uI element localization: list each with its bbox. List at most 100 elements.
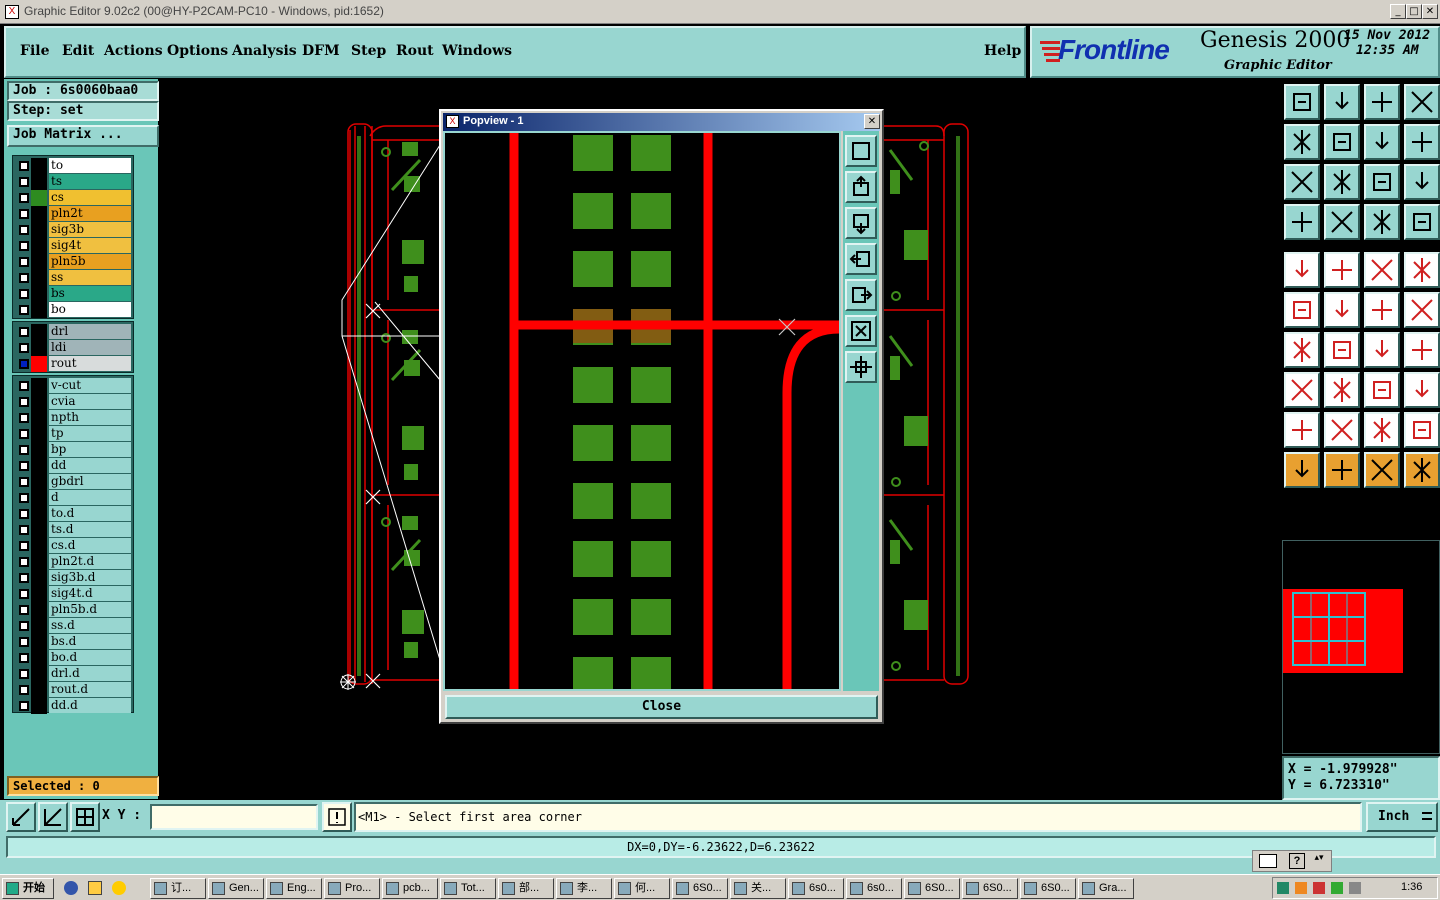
layer-row-v-cut[interactable]: v-cut bbox=[13, 378, 133, 394]
layer-row-to[interactable]: to bbox=[13, 158, 133, 174]
layer-affected-toggle[interactable] bbox=[31, 442, 47, 458]
taskbar-item[interactable]: Pro... bbox=[324, 878, 380, 899]
connect-icon[interactable] bbox=[1284, 292, 1320, 328]
tray-app-icon[interactable] bbox=[1295, 882, 1307, 894]
media-icon[interactable] bbox=[112, 881, 126, 895]
layer-name[interactable]: ts bbox=[49, 174, 131, 189]
zoom-fit-icon[interactable] bbox=[1284, 164, 1320, 200]
layer-row-rout-d[interactable]: rout.d bbox=[13, 682, 133, 698]
keyboard-icon[interactable] bbox=[1259, 854, 1277, 868]
layer-affected-toggle[interactable] bbox=[31, 302, 47, 318]
scroll-icon[interactable]: ▴▾ bbox=[1313, 853, 1325, 869]
grid-icon[interactable] bbox=[70, 802, 100, 832]
layer-checkbox[interactable] bbox=[19, 257, 29, 267]
popview-titlebar[interactable]: X Popview - 1 ✕ bbox=[443, 113, 880, 131]
taskbar-item[interactable]: 关... bbox=[730, 878, 786, 899]
layer-affected-toggle[interactable] bbox=[31, 650, 47, 666]
taskbar-item[interactable]: 6s0... bbox=[846, 878, 902, 899]
layer-affected-toggle[interactable] bbox=[31, 286, 47, 302]
snap-s-icon[interactable] bbox=[1404, 124, 1440, 160]
layer-checkbox[interactable] bbox=[19, 509, 29, 519]
layer-affected-toggle[interactable] bbox=[31, 238, 47, 254]
layer-row-dd-d[interactable]: dd.d bbox=[13, 698, 133, 714]
layer-checkbox[interactable] bbox=[19, 327, 29, 337]
layer-row-tp[interactable]: tp bbox=[13, 426, 133, 442]
layer-row-cs-d[interactable]: cs.d bbox=[13, 538, 133, 554]
query-icon[interactable] bbox=[1404, 164, 1440, 200]
layer-checkbox[interactable] bbox=[19, 477, 29, 487]
layer-row-to-d[interactable]: to.d bbox=[13, 506, 133, 522]
measure-icon[interactable] bbox=[38, 802, 68, 832]
layer-name[interactable]: rout bbox=[49, 356, 131, 371]
zoom-center-icon[interactable] bbox=[1324, 164, 1360, 200]
layer-row-drl[interactable]: drl bbox=[13, 324, 133, 340]
layer-affected-toggle[interactable] bbox=[31, 340, 47, 356]
layer-affected-toggle[interactable] bbox=[31, 474, 47, 490]
layer-name[interactable]: pln5b bbox=[49, 254, 131, 269]
layer-affected-toggle[interactable] bbox=[31, 458, 47, 474]
layer-row-pln2t-d[interactable]: pln2t.d bbox=[13, 554, 133, 570]
layer-name[interactable]: sig3b.d bbox=[49, 570, 131, 585]
layer-row-pln5b[interactable]: pln5b bbox=[13, 254, 133, 270]
layer-checkbox[interactable] bbox=[19, 343, 29, 353]
layer-name[interactable]: dd bbox=[49, 458, 131, 473]
layer-row-bp[interactable]: bp bbox=[13, 442, 133, 458]
menu-file[interactable]: File bbox=[20, 43, 49, 59]
layer-row-dd[interactable]: dd bbox=[13, 458, 133, 474]
layer-name[interactable]: cs bbox=[49, 190, 131, 205]
undo-icon[interactable] bbox=[1364, 124, 1400, 160]
layer-name[interactable]: pln5b.d bbox=[49, 602, 131, 617]
layer-name[interactable]: bo.d bbox=[49, 650, 131, 665]
layer-affected-toggle[interactable] bbox=[31, 554, 47, 570]
help-icon[interactable]: ? bbox=[1289, 853, 1305, 869]
tray-security-icon[interactable] bbox=[1331, 882, 1343, 894]
ie-icon[interactable] bbox=[64, 881, 78, 895]
select-box-icon[interactable] bbox=[1324, 452, 1360, 488]
layer-name[interactable]: bs.d bbox=[49, 634, 131, 649]
layer-name[interactable]: tp bbox=[49, 426, 131, 441]
popview-close-icon[interactable]: ✕ bbox=[864, 114, 880, 129]
layer-row-ts[interactable]: ts bbox=[13, 174, 133, 190]
layer-name[interactable]: bp bbox=[49, 442, 131, 457]
layer-row-bo[interactable]: bo bbox=[13, 302, 133, 318]
layer-checkbox[interactable] bbox=[19, 493, 29, 503]
layer-row-cs[interactable]: cs bbox=[13, 190, 133, 206]
layer-row-sig4t-d[interactable]: sig4t.d bbox=[13, 586, 133, 602]
layer-name[interactable]: cs.d bbox=[49, 538, 131, 553]
resize-icon[interactable] bbox=[1364, 372, 1400, 408]
layer-checkbox[interactable] bbox=[19, 273, 29, 283]
layer-row-bo-d[interactable]: bo.d bbox=[13, 650, 133, 666]
taskbar-item[interactable]: Gra... bbox=[1078, 878, 1134, 899]
taskbar-item[interactable]: 6S0... bbox=[672, 878, 728, 899]
taskbar-item[interactable]: 李... bbox=[556, 878, 612, 899]
layer-affected-toggle[interactable] bbox=[31, 698, 47, 714]
layer-name[interactable]: v-cut bbox=[49, 378, 131, 393]
layer-affected-toggle[interactable] bbox=[31, 666, 47, 682]
layer-name[interactable]: ss.d bbox=[49, 618, 131, 633]
layer-row-gbdrl[interactable]: gbdrl bbox=[13, 474, 133, 490]
layer-row-cvia[interactable]: cvia bbox=[13, 394, 133, 410]
layer-row-pln5b-d[interactable]: pln5b.d bbox=[13, 602, 133, 618]
layer-affected-toggle[interactable] bbox=[31, 254, 47, 270]
popview-pan-up-icon[interactable] bbox=[845, 171, 877, 203]
layer-checkbox[interactable] bbox=[19, 413, 29, 423]
layer-row-pln2t[interactable]: pln2t bbox=[13, 206, 133, 222]
layer-affected-toggle[interactable] bbox=[31, 586, 47, 602]
taskbar-item[interactable]: 订... bbox=[150, 878, 206, 899]
desktop-icon[interactable] bbox=[88, 881, 102, 895]
taskbar-item[interactable]: 6S0... bbox=[904, 878, 960, 899]
layer-checkbox[interactable] bbox=[19, 209, 29, 219]
units-select[interactable]: Inch bbox=[1366, 802, 1438, 832]
tray-volume-icon[interactable] bbox=[1313, 882, 1325, 894]
line-icon[interactable] bbox=[1324, 332, 1360, 368]
layer-name[interactable]: pln2t.d bbox=[49, 554, 131, 569]
layer-name[interactable]: sig4t.d bbox=[49, 586, 131, 601]
menu-dfm[interactable]: DFM bbox=[302, 43, 340, 59]
layer-row-sig4t[interactable]: sig4t bbox=[13, 238, 133, 254]
layer-affected-toggle[interactable] bbox=[31, 158, 47, 174]
triangle-a-icon[interactable] bbox=[1284, 412, 1320, 448]
layer-affected-toggle[interactable] bbox=[31, 174, 47, 190]
taskbar-item[interactable]: 6S0... bbox=[1020, 878, 1076, 899]
layer-affected-toggle[interactable] bbox=[31, 324, 47, 340]
layer-affected-toggle[interactable] bbox=[31, 490, 47, 506]
